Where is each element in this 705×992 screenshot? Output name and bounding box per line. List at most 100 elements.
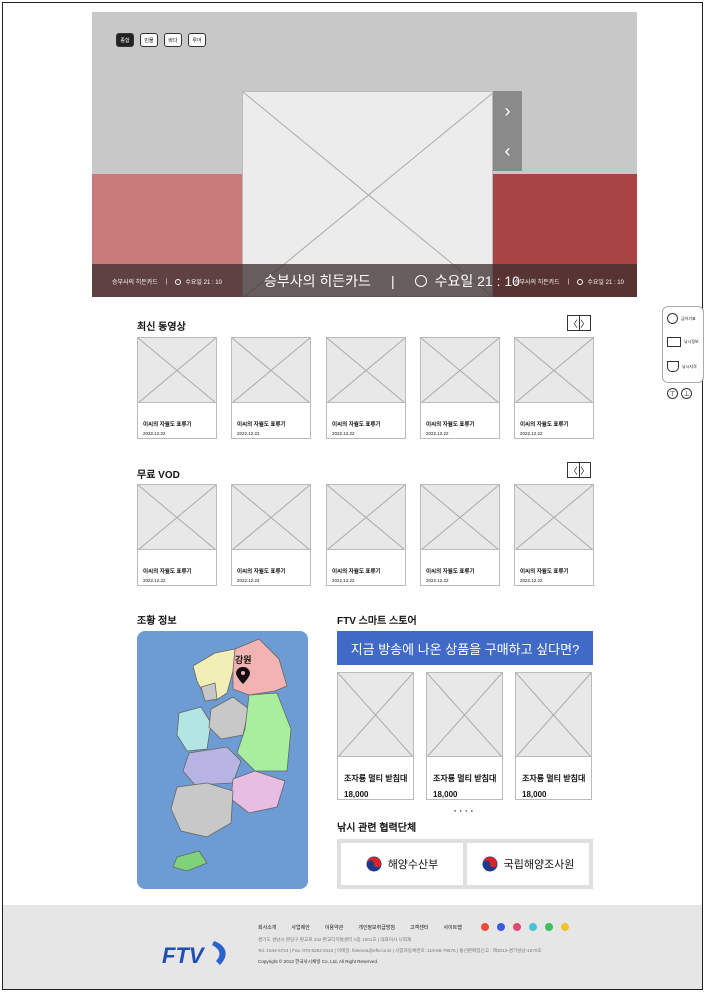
sns-icon-4[interactable] — [529, 923, 537, 931]
pager-next-button[interactable]: 〉 — [578, 316, 591, 330]
store-banner[interactable]: 지금 방송에 나온 상품을 구매하고 싶다면? — [337, 631, 593, 665]
partner-khoa[interactable]: 국립해양조사원 — [467, 843, 589, 885]
tab-lure[interactable]: 루어 — [188, 33, 206, 47]
scroll-top-button[interactable]: ⊤ — [667, 388, 678, 399]
product-name: 조자룡 멀티 받침대 — [433, 774, 497, 783]
region-gyeongnam — [230, 770, 286, 814]
vod-title: 이씨의 자월도 표류기 — [520, 569, 569, 575]
carousel-dots[interactable]: ● ● ● ● — [454, 808, 474, 813]
product-card[interactable]: 조자룡 멀티 받침대 18,000 — [426, 672, 503, 800]
quick-menu-item[interactable]: 금어기표 — [667, 313, 696, 324]
free-vod-title: 무료 VOD — [137, 470, 180, 481]
scroll-bottom-button[interactable]: ⊥ — [681, 388, 692, 399]
program-time: 수요일 21 : 10 — [434, 273, 520, 289]
partner-mof[interactable]: 해양수산부 — [341, 843, 463, 885]
footer-link-about[interactable]: 회사소개 — [258, 924, 276, 931]
vod-title: 이씨의 자월도 표류기 — [332, 569, 381, 575]
pager-next-button[interactable]: 〉 — [578, 463, 591, 477]
product-price: 18,000 — [522, 790, 547, 799]
video-card[interactable]: 이씨의 자월도 표류기 2022.12.22 — [137, 337, 217, 439]
vod-date: 2022.12.22 — [143, 578, 166, 583]
separator: | — [567, 278, 570, 285]
vod-thumbnail — [514, 484, 594, 551]
footer-contact: Tel. 1544-5744 | Fax. 070-8282-8116 | 이메… — [258, 948, 542, 953]
region-gangwon — [232, 638, 288, 696]
vod-thumbnail — [137, 484, 217, 551]
sns-icon-1[interactable] — [481, 923, 489, 931]
video-card[interactable]: 이씨의 자월도 표류기 2022.12.22 — [514, 337, 594, 439]
taegeuk-icon — [482, 856, 498, 872]
separator: | — [390, 273, 395, 289]
video-thumbnail — [137, 337, 217, 404]
pager-prev-button[interactable]: 〈 — [568, 463, 579, 477]
vod-title: 이씨의 자월도 표류기 — [426, 569, 475, 575]
program-title: 승부사의 히든카드 — [112, 280, 158, 286]
vod-card[interactable]: 이씨의 자월도 표류기 2022.12.22 — [420, 484, 500, 586]
footer-link-sitemap[interactable]: 사이트맵 — [443, 924, 461, 931]
partners-box: 해양수산부 국립해양조사원 — [337, 839, 593, 889]
vod-thumbnail — [326, 484, 406, 551]
vod-card[interactable]: 이씨의 자월도 표류기 2022.12.22 — [514, 484, 594, 586]
hero-right-caption: 승부사의 히든카드 | 수요일 21 : 10 — [514, 277, 624, 286]
footer-link-privacy[interactable]: 개인정보취급방침 — [358, 924, 395, 931]
program-title: 승부사의 히든카드 — [514, 280, 560, 286]
video-thumbnail — [420, 337, 500, 404]
clock-icon — [414, 275, 427, 287]
quick-menu-item[interactable]: 낚시정보 — [667, 337, 699, 347]
sns-icon-3[interactable] — [513, 923, 521, 931]
video-card[interactable]: 이씨의 자월도 표류기 2022.12.22 — [231, 337, 311, 439]
hero-prev-button[interactable]: ‹ — [493, 131, 522, 171]
region-chungnam — [176, 706, 212, 752]
book-icon — [667, 337, 681, 347]
clock-icon — [577, 278, 584, 285]
video-date: 2022.12.22 — [143, 431, 166, 436]
ftv-logo[interactable]: FTV — [160, 933, 238, 971]
partner-name: 국립해양조사원 — [503, 859, 575, 871]
vod-card[interactable]: 이씨의 자월도 표류기 2022.12.22 — [326, 484, 406, 586]
sns-icon-6[interactable] — [561, 923, 569, 931]
hero-next-button[interactable]: › — [493, 91, 522, 131]
footer-link-terms[interactable]: 이용약관 — [325, 924, 343, 931]
program-time: 수요일 21 : 10 — [185, 280, 222, 286]
korea-map: 강원 — [137, 631, 308, 889]
video-title: 이씨의 자월도 표류기 — [520, 422, 569, 428]
footer-link-support[interactable]: 고객센터 — [410, 924, 428, 931]
chevron-right-icon: › — [504, 100, 511, 121]
tab-freshwater[interactable]: 민물 — [140, 33, 158, 47]
catch-info-title: 조황 정보 — [137, 616, 177, 627]
partner-name: 해양수산부 — [387, 859, 439, 871]
sns-icon-5[interactable] — [545, 923, 553, 931]
sns-icon-2[interactable] — [497, 923, 505, 931]
video-card[interactable]: 이씨의 자월도 표류기 2022.12.22 — [326, 337, 406, 439]
vod-date: 2022.12.22 — [332, 578, 355, 583]
no-fishing-icon — [667, 313, 678, 324]
tab-total[interactable]: 종합 — [116, 33, 134, 47]
product-card[interactable]: 조자룡 멀티 받침대 18,000 — [515, 672, 592, 800]
quick-menu-label: 낚시정보 — [684, 339, 699, 344]
video-card[interactable]: 이씨의 자월도 표류기 2022.12.22 — [420, 337, 500, 439]
footer-copyright: Copyright © 2013 한국낚시채널 Co, Ltd, All Rig… — [258, 959, 379, 964]
vod-date: 2022.12.22 — [237, 578, 260, 583]
latest-videos-title: 최신 동영상 — [137, 322, 186, 333]
product-thumbnail — [337, 672, 414, 758]
quick-menu: 금어기표 낚시정보 낚시자격 — [662, 306, 704, 383]
video-title: 이씨의 자월도 표류기 — [237, 422, 286, 428]
svg-text:FTV: FTV — [162, 943, 206, 968]
pager-prev-button[interactable]: 〈 — [568, 316, 579, 330]
video-thumbnail — [514, 337, 594, 404]
footer-link-proposal[interactable]: 사업제안 — [291, 924, 309, 931]
product-price: 18,000 — [433, 790, 458, 799]
product-name: 조자룡 멀티 받침대 — [522, 774, 586, 783]
quick-menu-item[interactable]: 낚시자격 — [667, 361, 697, 372]
vod-title: 이씨의 자월도 표류기 — [143, 569, 192, 575]
category-tabs: 종합 민물 바다 루어 — [116, 33, 206, 47]
tab-sea[interactable]: 바다 — [164, 33, 182, 47]
product-card[interactable]: 조자룡 멀티 받침대 18,000 — [337, 672, 414, 800]
vod-card[interactable]: 이씨의 자월도 표류기 2022.12.22 — [137, 484, 217, 586]
vod-pager: 〈 〉 — [567, 462, 591, 478]
taegeuk-icon — [366, 856, 382, 872]
quick-menu-label: 낚시자격 — [682, 363, 697, 369]
region-jeju — [172, 850, 208, 872]
vod-card[interactable]: 이씨의 자월도 표류기 2022.12.22 — [231, 484, 311, 586]
vod-thumbnail — [231, 484, 311, 551]
